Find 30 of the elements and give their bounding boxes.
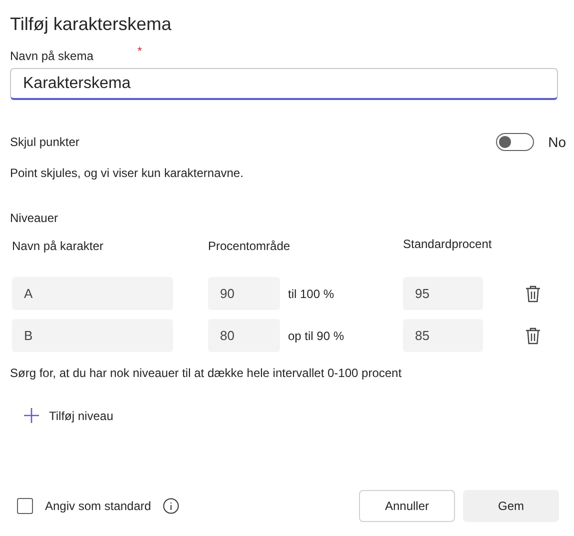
dialog-button[interactable]: Gem: [463, 490, 559, 522]
column-header: Navn på karakter: [12, 239, 104, 253]
toggle-state-text: No: [548, 134, 566, 150]
field-label: Navn på skema: [10, 49, 94, 63]
default-percent-field[interactable]: 95: [403, 277, 483, 310]
checkbox-label: Angiv som standard: [45, 499, 152, 513]
dialog-title: Tilføj karakterskema: [10, 14, 172, 35]
grade-name-field[interactable]: B: [12, 319, 173, 352]
name-input-field[interactable]: Karakterskema: [10, 68, 558, 100]
help-text: Point skjules, og vi viser kun karakternavne.: [10, 166, 244, 180]
required-mark: *: [137, 44, 142, 58]
grade-name-field[interactable]: A: [12, 277, 173, 310]
plus-icon: [24, 408, 39, 423]
warning-text: Sørg for, at du har nok niveauer til at dække hele intervallet 0-100 procent: [10, 366, 403, 380]
info-icon[interactable]: [163, 498, 180, 514]
column-header: Standardprocent: [403, 237, 492, 251]
percent-field[interactable]: 90: [208, 277, 280, 310]
toggle-label: Skjul punkter: [10, 135, 80, 149]
range-text: til 100 %: [288, 286, 334, 300]
default-percent-field[interactable]: 85: [403, 319, 483, 352]
column-header: Procentområde: [208, 239, 292, 253]
percent-field[interactable]: 80: [208, 319, 280, 352]
trash-icon[interactable]: [525, 284, 541, 302]
checkbox[interactable]: [17, 498, 33, 514]
trash-icon[interactable]: [525, 326, 541, 344]
add-level-button[interactable]: Tilføj niveau: [24, 408, 114, 423]
section-label: Niveauer: [10, 211, 60, 225]
toggle-switch[interactable]: [496, 133, 534, 151]
range-text: op til 90 %: [288, 328, 344, 342]
dialog-button[interactable]: Annuller: [359, 490, 455, 522]
